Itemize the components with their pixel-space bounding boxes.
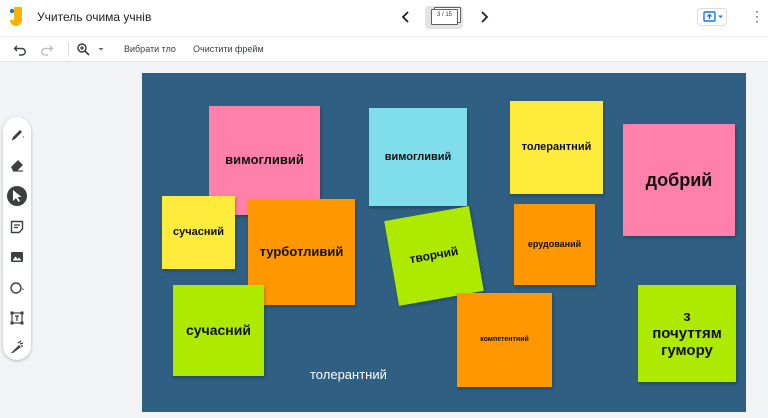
sticky-note[interactable]: сучасний xyxy=(162,196,235,269)
undo-icon[interactable] xyxy=(12,41,28,57)
sticky-note[interactable]: творчий xyxy=(384,206,484,306)
toolbar-divider xyxy=(68,42,69,57)
chevron-right-icon xyxy=(481,11,489,23)
image-tool[interactable] xyxy=(7,247,27,267)
next-frame-button[interactable] xyxy=(475,8,493,26)
sticky-note[interactable]: ерудований xyxy=(514,204,595,285)
jamboard-logo-icon xyxy=(9,7,22,26)
edit-toolbar: Вибрати тло Очистити фрейм xyxy=(0,36,768,62)
sticky-note-tool[interactable] xyxy=(7,217,27,237)
image-icon xyxy=(11,252,23,262)
sticky-note[interactable]: толерантний xyxy=(510,101,603,194)
text-box-icon xyxy=(10,311,24,325)
tool-palette xyxy=(3,117,31,360)
sticky-note[interactable]: сучасний xyxy=(173,285,264,376)
previous-frame-button[interactable] xyxy=(397,8,415,26)
laser-icon xyxy=(11,340,24,353)
sticky-note[interactable]: з почуттям гумору xyxy=(638,285,736,382)
sticky-note[interactable]: компетентний xyxy=(457,293,552,387)
document-title[interactable]: Учитель очима учнів xyxy=(37,10,151,24)
redo-icon[interactable] xyxy=(39,41,55,57)
set-background-button[interactable]: Вибрати тло xyxy=(124,44,176,54)
laser-tool[interactable] xyxy=(7,337,27,357)
canvas-text-box[interactable]: толерантний xyxy=(310,367,387,382)
whiteboard-canvas[interactable]: вимогливий вимогливий толерантний добрий… xyxy=(142,73,746,412)
chevron-left-icon xyxy=(401,11,409,23)
sticky-note[interactable]: добрий xyxy=(623,124,735,236)
shape-tool[interactable] xyxy=(7,278,27,298)
sticky-note-icon xyxy=(10,220,24,234)
chevron-down-icon[interactable] xyxy=(95,41,107,57)
sticky-note[interactable]: вимогливий xyxy=(369,108,467,206)
more-options-icon[interactable]: ⋮ xyxy=(750,9,764,23)
select-icon xyxy=(13,190,22,202)
present-icon xyxy=(703,11,723,22)
app-header: Учитель очима учнів 3 / 15 ⋮ xyxy=(0,0,768,36)
pen-tool[interactable] xyxy=(7,125,27,145)
circle-icon xyxy=(10,282,24,294)
text-box-tool[interactable] xyxy=(7,308,27,328)
sticky-note[interactable]: турботливий xyxy=(248,199,355,305)
select-tool[interactable] xyxy=(7,186,27,206)
eraser-tool[interactable] xyxy=(7,155,27,175)
present-button[interactable] xyxy=(697,8,727,26)
eraser-icon xyxy=(11,160,23,172)
pen-icon xyxy=(11,130,24,141)
frame-counter: 3 / 15 xyxy=(436,12,452,18)
zoom-icon[interactable] xyxy=(75,41,91,57)
clear-frame-button[interactable]: Очистити фрейм xyxy=(193,44,264,54)
